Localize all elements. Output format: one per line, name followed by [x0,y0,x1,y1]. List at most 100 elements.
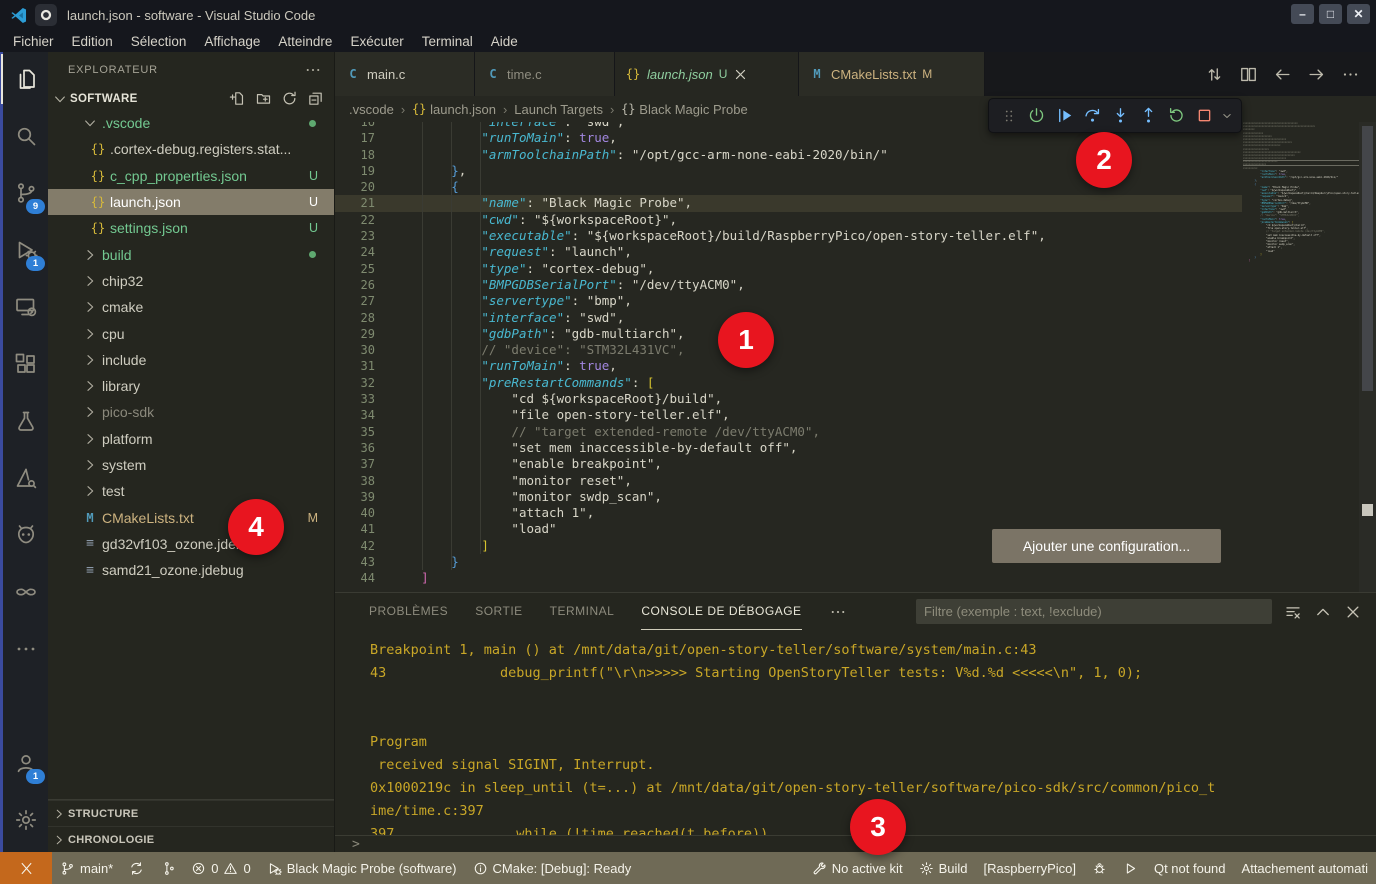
code-line-20[interactable]: 20 { [335,179,1376,195]
close-icon[interactable] [1344,603,1362,621]
activity-explorer[interactable] [1,54,48,104]
code-line-38[interactable]: 38 "monitor reset", [335,473,1376,489]
tree-item-cpu[interactable]: cpu [48,320,334,346]
add-configuration-button[interactable]: Ajouter une configuration... [992,529,1221,563]
chevron-up-icon[interactable] [1314,603,1332,621]
editor[interactable]: 16 "interface": "swd",17 "runToMain": tr… [335,122,1376,592]
code-line-21[interactable]: 21 "name": "Black Magic Probe", [335,195,1242,211]
tree-item-platform[interactable]: platform [48,426,334,452]
close-icon[interactable] [733,67,748,82]
debug-power-button[interactable] [1023,102,1050,129]
code-line-37[interactable]: 37 "enable breakpoint", [335,456,1376,472]
tree-item-include[interactable]: include [48,347,334,373]
status-debug-target[interactable]: Black Magic Probe (software) [259,852,465,884]
refresh-icon[interactable] [281,90,298,107]
section-chronologie[interactable]: CHRONOLOGIE [48,826,334,852]
panel-tab-sortie[interactable]: SORTIE [475,593,522,630]
status-auto-attach[interactable]: Attachement automati [1234,852,1376,884]
debug-stop-button[interactable] [1191,102,1218,129]
code-line-40[interactable]: 40 "attach 1", [335,505,1376,521]
tree-item-samd21-ozone-jdebug[interactable]: ≡samd21_ozone.jdebug [48,557,334,583]
status-debug-button[interactable] [1084,852,1115,884]
status-git-branch[interactable]: main* [52,852,121,884]
breadcrumb-item-launch-targets[interactable]: Launch Targets [514,102,603,117]
code-line-35[interactable]: 35 // "target extended-remote /dev/ttyAC… [335,424,1376,440]
code-line-30[interactable]: 30 // "device": "STM32L431VC", [335,342,1376,358]
activity-cmake-tools[interactable] [3,453,48,503]
section-structure[interactable]: STRUCTURE [48,800,334,826]
clear-console-icon[interactable] [1284,603,1302,621]
debug-chevron-down-button[interactable] [1219,102,1235,129]
activity-run-debug[interactable]: 1 [3,225,48,275]
status-active-kit[interactable]: No active kit [804,852,911,884]
panel-tab-console-de-d-bogage[interactable]: CONSOLE DE DÉBOGAGE [641,593,801,630]
panel-more-icon[interactable] [829,603,847,621]
code-line-22[interactable]: 22 "cwd": "${workspaceRoot}", [335,212,1376,228]
tree-item-cmakelists-txt[interactable]: MCMakeLists.txtM [48,504,334,530]
tree-item-library[interactable]: library [48,373,334,399]
minimize-button[interactable]: – [1291,4,1314,24]
code-line-44[interactable]: 44 ] [335,570,1376,586]
code-line-33[interactable]: 33 "cd ${workspaceRoot}/build", [335,391,1376,407]
debug-restart-button[interactable] [1163,102,1190,129]
new-folder-icon[interactable] [255,90,272,107]
menu-item-exécuter[interactable]: Exécuter [341,30,412,52]
tree-item-system[interactable]: system [48,452,334,478]
activity-testing[interactable] [3,396,48,446]
arrow-right-icon[interactable] [1307,65,1326,84]
minimap[interactable]: xxxxxxxxxxxxxxxxxxxxxxxxxxxxxxxxxxxxxxxx… [1243,122,1359,592]
code-line-28[interactable]: 28 "interface": "swd", [335,310,1376,326]
code-line-19[interactable]: 19 }, [335,163,1376,179]
tree-item-build[interactable]: build [48,241,334,267]
code-line-26[interactable]: 26 "BMPGDBSerialPort": "/dev/ttyACM0", [335,277,1376,293]
status-problems[interactable]: 00 [183,852,258,884]
tree-item-c-cpp-properties-json[interactable]: {}c_cpp_properties.jsonU [48,163,334,189]
status-sync[interactable] [121,852,152,884]
code-line-23[interactable]: 23 "executable": "${workspaceRoot}/build… [335,228,1376,244]
code-line-36[interactable]: 36 "set mem inaccessible-by-default off"… [335,440,1376,456]
status-remote[interactable] [0,852,52,884]
code-line-18[interactable]: 18 "armToolchainPath": "/opt/gcc-arm-non… [335,147,1376,163]
tab-main-c[interactable]: Cmain.c [335,52,475,96]
activity-settings[interactable] [3,795,48,845]
activity-extensions[interactable] [3,339,48,389]
status-build-target[interactable]: [RaspberryPico] [975,852,1083,884]
activity-search[interactable] [3,111,48,161]
debug-step-over-button[interactable] [1079,102,1106,129]
activity-accounts[interactable]: 1 [3,738,48,788]
tree-item-chip32[interactable]: chip32 [48,268,334,294]
scrollbar-thumb[interactable] [1362,126,1373,391]
code-line-31[interactable]: 31 "runToMain": true, [335,358,1376,374]
menu-item-atteindre[interactable]: Atteindre [269,30,341,52]
status-git-commits[interactable] [152,852,183,884]
code-line-29[interactable]: 29 "gdbPath": "gdb-multiarch", [335,326,1376,342]
sidebar-more-icon[interactable] [304,61,322,79]
code-line-32[interactable]: 32 "preRestartCommands": [ [335,375,1376,391]
status-launch-button[interactable] [1115,852,1146,884]
folder-section-header[interactable]: SOFTWARE [48,87,334,110]
code-line-27[interactable]: 27 "servertype": "bmp", [335,293,1376,309]
activity-infinity-extension[interactable] [3,567,48,617]
panel-tab-probl-mes[interactable]: PROBLÈMES [369,593,448,630]
arrow-left-icon[interactable] [1273,65,1292,84]
tab-launch-json[interactable]: {}launch.jsonU [615,52,799,96]
breadcrumb-item-launch-json[interactable]: {}launch.json [412,102,496,117]
status-cmake-status[interactable]: CMake: [Debug]: Ready [465,852,640,884]
code-line-39[interactable]: 39 "monitor swdp_scan", [335,489,1376,505]
tree-item-cmake[interactable]: cmake [48,294,334,320]
code-line-34[interactable]: 34 "file open-story-teller.elf", [335,407,1376,423]
code-line-25[interactable]: 25 "type": "cortex-debug", [335,261,1376,277]
console-filter-input[interactable] [916,599,1272,624]
split-editor-icon[interactable] [1239,65,1258,84]
menu-item-terminal[interactable]: Terminal [413,30,482,52]
activity-alien-extension[interactable] [3,510,48,560]
ellipsis-icon[interactable] [1341,65,1360,84]
maximize-button[interactable]: □ [1319,4,1342,24]
menu-item-edition[interactable]: Edition [63,30,122,52]
tree-item-test[interactable]: test [48,478,334,504]
debug-step-out-button[interactable] [1135,102,1162,129]
debug-continue-button[interactable] [1051,102,1078,129]
menu-item-fichier[interactable]: Fichier [4,30,63,52]
tab-cmakelists-txt[interactable]: MCMakeLists.txtM [799,52,985,96]
tree-item--vscode[interactable]: .vscode [48,110,334,136]
